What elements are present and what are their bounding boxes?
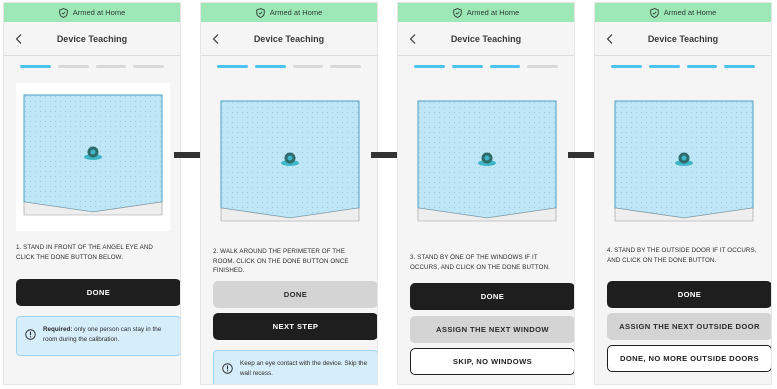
room-map-card: [607, 89, 761, 237]
status-bar: Armed at Home: [4, 3, 180, 22]
progress-segment: [133, 65, 164, 68]
done-button[interactable]: DONE: [607, 281, 771, 308]
room-map-card: [410, 89, 564, 237]
info-circle-icon: [222, 361, 233, 374]
back-arrow-icon[interactable]: [12, 31, 26, 47]
progress-steps: [398, 65, 574, 68]
instruction-text: 1. STAND IN FRONT OF THE ANGEL EYE AND C…: [16, 244, 153, 261]
info-box: Keep an eye contact with the device. Ski…: [213, 350, 377, 384]
instruction-text: 2. WALK AROUND THE PERIMETER OF THE ROOM…: [213, 248, 349, 275]
header: Device Teaching: [201, 22, 377, 56]
page-title: Device Teaching: [56, 33, 128, 44]
room-map-card: [213, 89, 367, 237]
info-message: Keep an eye contact with the device. Ski…: [240, 360, 368, 377]
status-bar-text: Armed at Home: [72, 8, 126, 17]
header: Device Teaching: [595, 22, 771, 56]
progress-segment: [20, 65, 51, 68]
progress-segment: [95, 65, 127, 68]
page-title: Device Teaching: [450, 33, 522, 44]
info-circle-icon: [25, 327, 36, 340]
room-map: [23, 94, 163, 216]
progress-segment: [686, 65, 718, 68]
progress-segment: [414, 65, 445, 68]
page-title: Device Teaching: [253, 33, 325, 44]
status-bar: Armed at Home: [595, 3, 771, 22]
back-arrow-icon[interactable]: [209, 31, 223, 47]
screen-step-2: Armed at Home Device Teaching 2. WALK AR…: [200, 2, 378, 385]
shield-icon: [453, 7, 462, 18]
status-bar-text: Armed at Home: [663, 8, 717, 17]
next-step-button[interactable]: NEXT STEP: [213, 313, 377, 340]
status-bar-text: Armed at Home: [269, 8, 323, 17]
progress-segment: [648, 65, 680, 68]
header: Device Teaching: [398, 22, 574, 56]
progress-segment: [527, 65, 558, 68]
no-more-outside-doors-button[interactable]: DONE, NO MORE OUTSIDE DOORS: [607, 345, 771, 372]
instruction-text: 4. STAND BY THE OUTSIDE DOOR IF IT OCCUR…: [607, 247, 757, 264]
progress-steps: [595, 65, 771, 68]
screen-step-3: Armed at Home Device Teaching 3. STAND B…: [397, 2, 575, 385]
skip-no-windows-button[interactable]: SKIP, NO WINDOWS: [410, 348, 574, 375]
room-map: [614, 100, 754, 222]
done-button[interactable]: DONE: [213, 281, 377, 308]
page-title: Device Teaching: [647, 33, 719, 44]
progress-segment: [217, 65, 248, 68]
info-box: Required: only one person can stay in th…: [16, 316, 180, 356]
status-bar: Armed at Home: [201, 3, 377, 22]
progress-segment: [451, 65, 483, 68]
info-required-label: Required:: [43, 326, 73, 333]
progress-segment: [611, 65, 642, 68]
shield-icon: [256, 7, 265, 18]
header: Device Teaching: [4, 22, 180, 56]
progress-segment: [292, 65, 324, 68]
progress-steps: [4, 65, 180, 68]
progress-segment: [489, 65, 521, 68]
assign-next-window-button[interactable]: ASSIGN THE NEXT WINDOW: [410, 316, 574, 343]
back-arrow-icon[interactable]: [406, 31, 420, 47]
shield-icon: [59, 7, 68, 18]
room-map: [220, 100, 360, 222]
done-button[interactable]: DONE: [16, 279, 180, 306]
back-arrow-icon[interactable]: [603, 31, 617, 47]
instruction-text: 3. STAND BY ONE OF THE WINDOWS IF IT OCC…: [410, 254, 550, 271]
shield-icon: [650, 7, 659, 18]
progress-segment: [724, 65, 755, 68]
progress-steps: [201, 65, 377, 68]
info-text: Required: only one person can stay in th…: [43, 325, 172, 345]
progress-segment: [330, 65, 361, 68]
status-bar: Armed at Home: [398, 3, 574, 22]
progress-segment: [57, 65, 89, 68]
status-bar-text: Armed at Home: [466, 8, 520, 17]
assign-next-outside-door-button[interactable]: ASSIGN THE NEXT OUTSIDE DOOR: [607, 313, 771, 340]
progress-segment: [254, 65, 286, 68]
room-map: [417, 100, 557, 222]
screen-step-4: Armed at Home Device Teaching 4. STAND B…: [594, 2, 772, 385]
done-button[interactable]: DONE: [410, 283, 574, 310]
screen-step-1: Armed at Home Device Teaching 1. STAND I…: [3, 2, 181, 385]
room-map-card: [16, 83, 170, 231]
